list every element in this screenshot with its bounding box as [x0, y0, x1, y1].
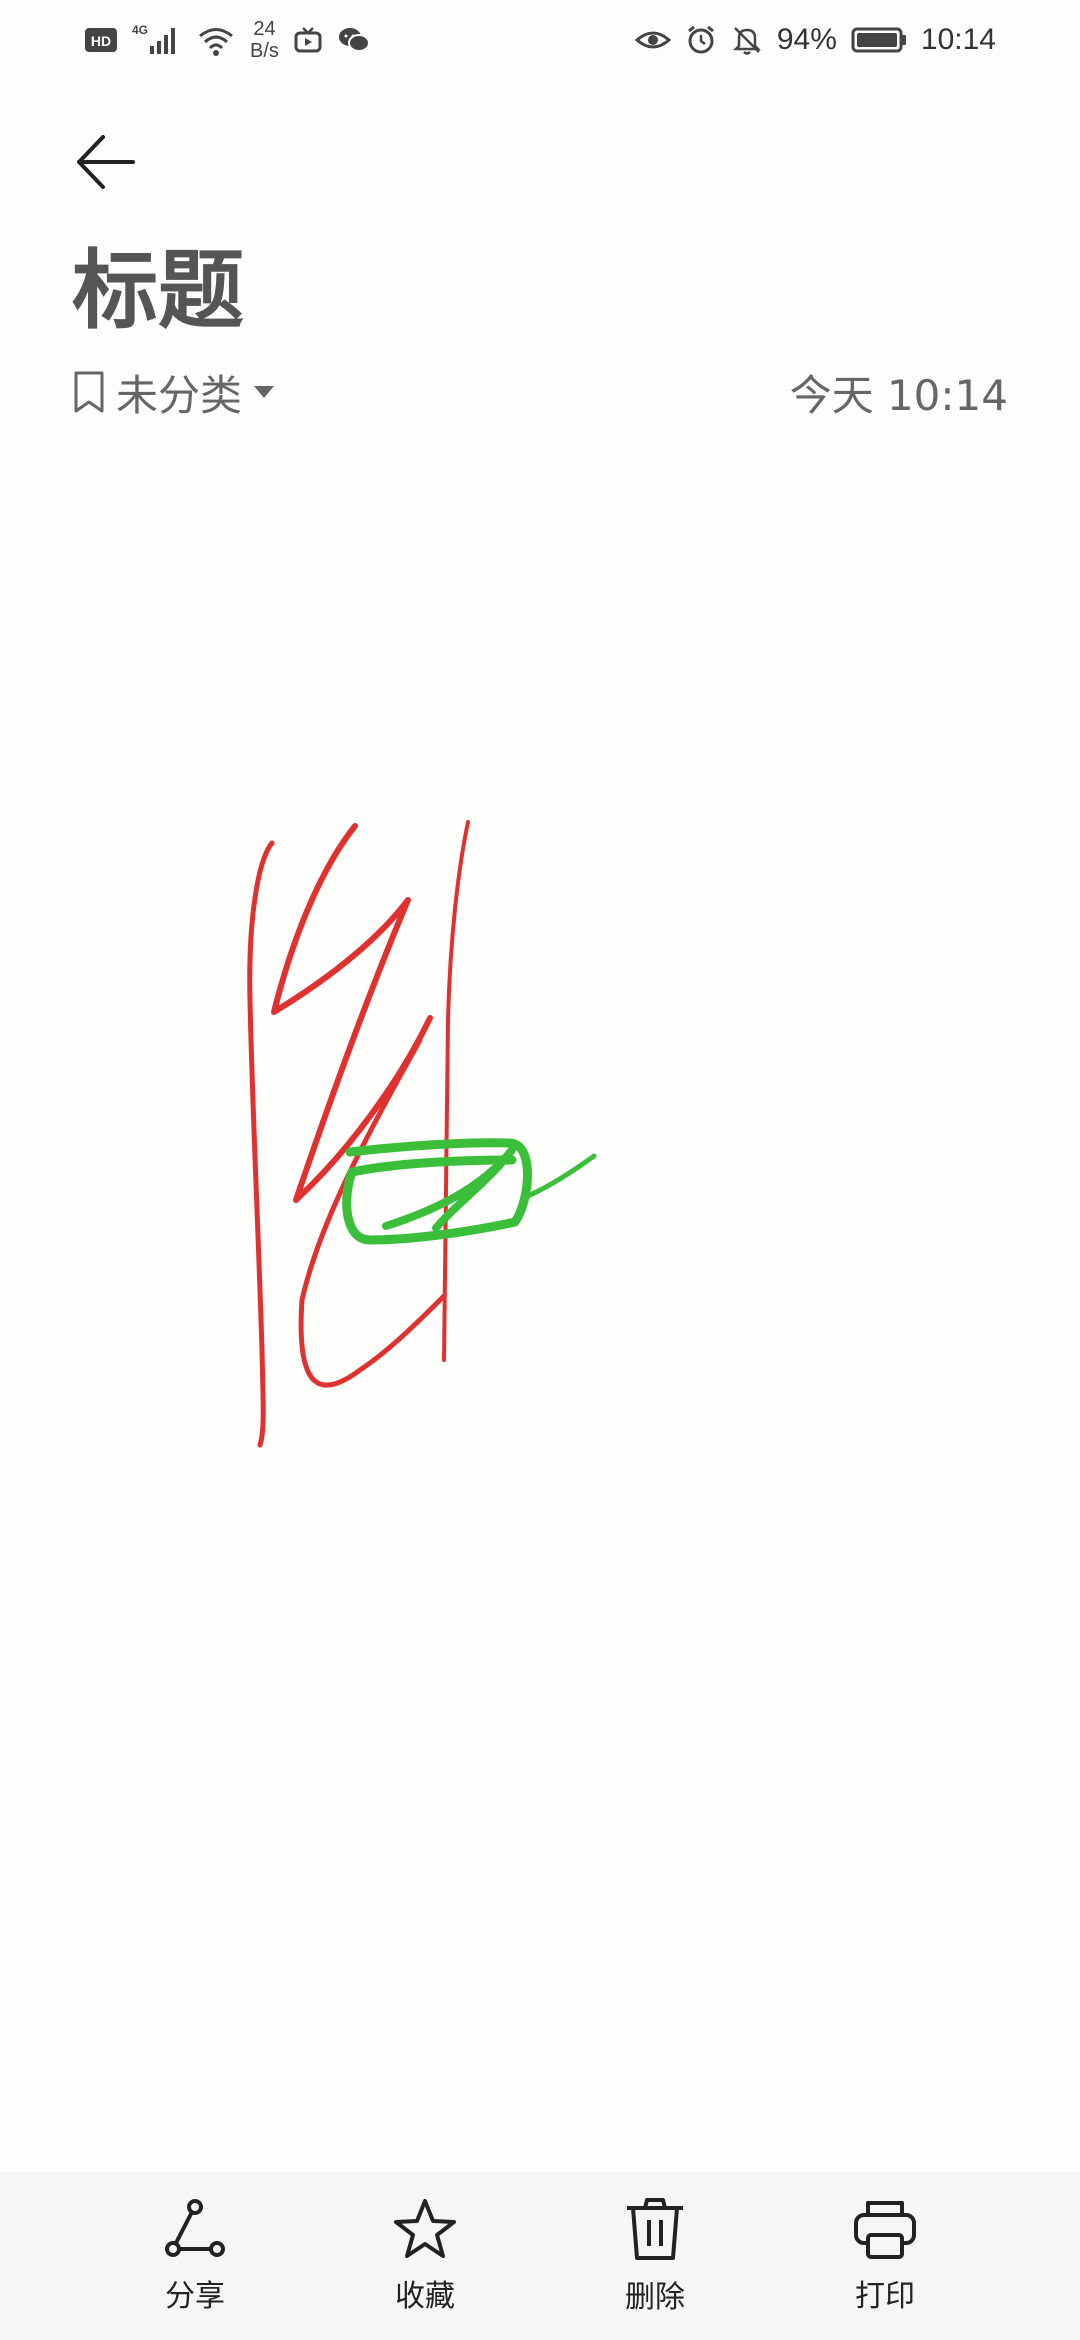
svg-text:HD: HD — [91, 33, 111, 49]
share-label: 分享 — [165, 2279, 225, 2314]
wifi-icon — [196, 23, 236, 57]
green-stroke-tail — [525, 1153, 597, 1199]
signal-icon: 4G — [132, 22, 182, 58]
tv-icon — [293, 25, 323, 55]
alarm-icon — [685, 24, 717, 56]
note-detail-screen: HD 4G 24 B/s 94% 10:14 标题 未分类 今天 10:14 分… — [0, 0, 1080, 2340]
eye-icon — [634, 26, 671, 54]
dropdown-arrow-icon — [254, 386, 275, 398]
category-selector[interactable]: 未分类 — [72, 362, 276, 423]
status-bar: HD 4G 24 B/s 94% 10:14 — [0, 0, 1080, 80]
red-stroke-vertical — [442, 820, 470, 1362]
star-icon — [394, 2199, 456, 2258]
red-stroke-left — [247, 840, 275, 1448]
delete-label: 删除 — [625, 2280, 685, 2315]
status-left: HD 4G 24 B/s — [84, 18, 371, 62]
back-arrow-icon — [77, 135, 135, 189]
svg-text:4G: 4G — [132, 23, 148, 37]
drawing-canvas[interactable] — [0, 760, 1080, 1480]
favorite-label: 收藏 — [395, 2279, 455, 2314]
note-date: 今天 10:14 — [789, 370, 1008, 420]
delete-button[interactable]: 删除 — [575, 2196, 735, 2316]
category-label: 未分类 — [116, 370, 243, 420]
battery-icon — [851, 26, 907, 54]
bottom-toolbar: 分享 收藏 删除 打印 — [0, 2172, 1080, 2340]
network-speed: 24 B/s — [250, 18, 279, 62]
hd-icon: HD — [84, 25, 118, 55]
share-button[interactable]: 分享 — [115, 2197, 275, 2315]
print-label: 打印 — [855, 2279, 915, 2314]
mute-icon — [731, 24, 763, 56]
printer-icon — [854, 2201, 916, 2259]
clock: 10:14 — [920, 23, 996, 56]
trash-icon — [627, 2198, 683, 2260]
note-meta: 未分类 今天 10:14 — [72, 362, 1008, 422]
bookmark-icon — [74, 371, 104, 413]
status-right: 94% 10:14 — [634, 23, 996, 57]
battery-percent: 94% — [776, 23, 837, 56]
back-button[interactable] — [66, 122, 146, 202]
note-title[interactable]: 标题 — [72, 248, 244, 334]
print-button[interactable]: 打印 — [805, 2197, 965, 2315]
favorite-button[interactable]: 收藏 — [345, 2197, 505, 2315]
wechat-icon — [337, 25, 371, 55]
share-icon — [165, 2199, 225, 2257]
